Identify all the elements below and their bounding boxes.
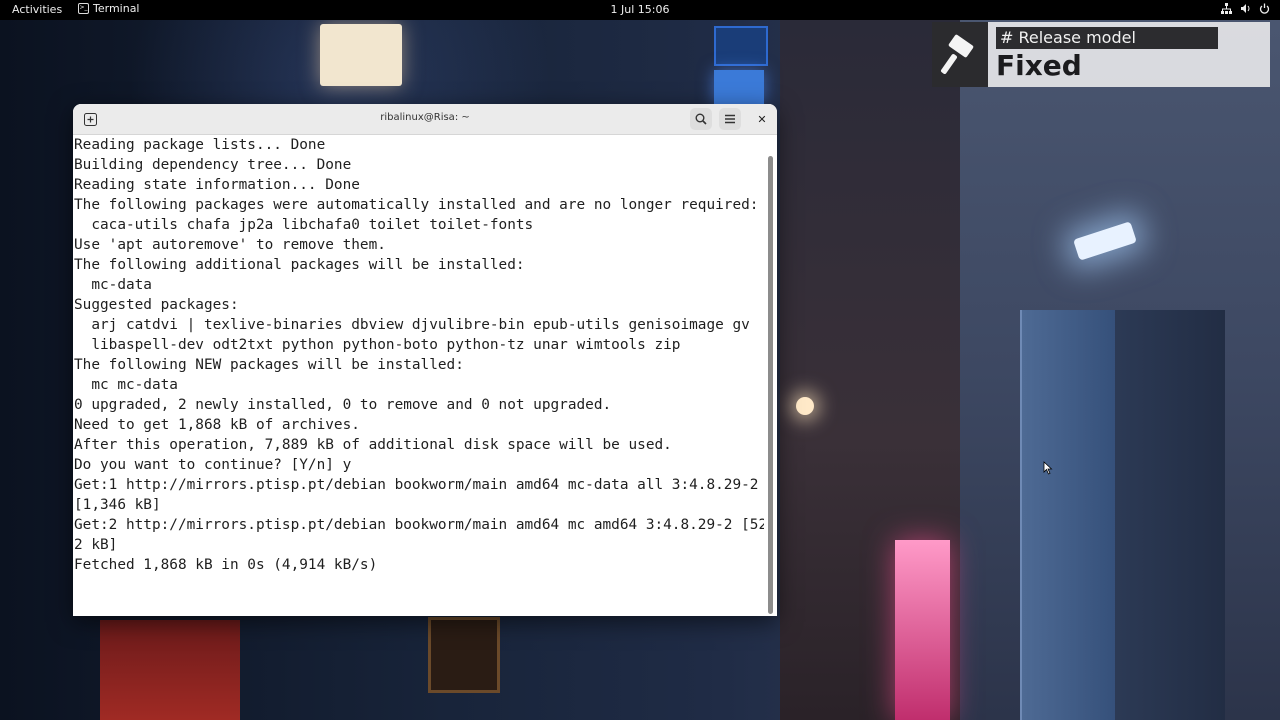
search-icon bbox=[695, 113, 707, 125]
terminal-line: mc-data bbox=[74, 277, 152, 293]
terminal-line: Do you want to continue? [Y/n] y bbox=[74, 457, 352, 473]
wallpaper-chalkboard bbox=[428, 617, 500, 693]
power-icon[interactable] bbox=[1259, 3, 1270, 17]
activities-button[interactable]: Activities bbox=[12, 3, 62, 16]
wallpaper-pink-light bbox=[895, 540, 950, 720]
terminal-window[interactable]: ribalinux@Risa: ~ ✕ Reading package list… bbox=[73, 104, 777, 616]
terminal-scrollbar[interactable] bbox=[768, 156, 773, 614]
terminal-headerbar[interactable]: ribalinux@Risa: ~ ✕ bbox=[73, 104, 777, 135]
terminal-line: Get:1 http://mirrors.ptisp.pt/debian boo… bbox=[74, 477, 759, 493]
clock-container: 1 Jul 15:06 bbox=[0, 3, 1280, 16]
terminal-line: caca-utils chafa jp2a libchafa0 toilet t… bbox=[74, 217, 534, 233]
system-tray[interactable] bbox=[1221, 3, 1270, 17]
terminal-line: The following NEW packages will be insta… bbox=[74, 357, 464, 373]
terminal-line: Fetched 1,868 kB in 0s (4,914 kB/s) bbox=[74, 557, 378, 573]
terminal-output[interactable]: Reading package lists... Done Building de… bbox=[74, 135, 764, 615]
terminal-line: The following additional packages will b… bbox=[74, 257, 525, 273]
terminal-icon: >_ bbox=[78, 3, 89, 14]
close-button[interactable]: ✕ bbox=[754, 111, 770, 127]
terminal-line: 2 kB] bbox=[74, 537, 118, 553]
terminal-line: Use 'apt autoremove' to remove them. bbox=[74, 237, 386, 253]
wallpaper-sign-blue bbox=[714, 26, 768, 66]
top-bar: Activities >_ Terminal 1 Jul 15:06 bbox=[0, 0, 1280, 20]
hammer-icon bbox=[932, 22, 988, 87]
new-tab-button[interactable] bbox=[82, 111, 98, 127]
wallpaper-locker bbox=[1020, 310, 1117, 720]
wallpaper-sign-lit bbox=[714, 70, 764, 104]
terminal-line: mc mc-data bbox=[74, 377, 178, 393]
badge-value: Fixed bbox=[996, 49, 1082, 82]
terminal-line: [1,346 kB] bbox=[74, 497, 161, 513]
terminal-line: Building dependency tree... Done bbox=[74, 157, 352, 173]
search-button[interactable] bbox=[690, 108, 712, 130]
wallpaper-sign bbox=[320, 24, 402, 86]
terminal-line: libaspell-dev odt2txt python python-boto… bbox=[74, 337, 681, 353]
terminal-line: After this operation, 7,889 kB of additi… bbox=[74, 437, 672, 453]
hamburger-menu-icon bbox=[725, 114, 735, 124]
network-icon[interactable] bbox=[1221, 3, 1232, 17]
badge-label: # Release model bbox=[996, 27, 1218, 49]
wallpaper-red-banner bbox=[100, 620, 240, 720]
terminal-line: Get:2 http://mirrors.ptisp.pt/debian boo… bbox=[74, 517, 764, 533]
clock-button[interactable]: 1 Jul 15:06 bbox=[611, 3, 670, 16]
new-tab-icon bbox=[83, 112, 97, 126]
app-menu-button[interactable]: >_ Terminal bbox=[78, 2, 140, 15]
terminal-line: Reading package lists... Done bbox=[74, 137, 326, 153]
terminal-line: Reading state information... Done bbox=[74, 177, 360, 193]
window-title: ribalinux@Risa: ~ bbox=[380, 112, 470, 123]
terminal-line: The following packages were automaticall… bbox=[74, 197, 759, 213]
terminal-line: arj catdvi | texlive-binaries dbview djv… bbox=[74, 317, 750, 333]
app-name-label: Terminal bbox=[93, 2, 140, 15]
menu-button[interactable] bbox=[719, 108, 741, 130]
close-icon: ✕ bbox=[757, 112, 767, 126]
wallpaper-streetlight bbox=[796, 397, 814, 415]
terminal-line: Need to get 1,868 kB of archives. bbox=[74, 417, 360, 433]
terminal-line: Suggested packages: bbox=[74, 297, 239, 313]
terminal-line: 0 upgraded, 2 newly installed, 0 to remo… bbox=[74, 397, 612, 413]
release-model-badge: # Release model Fixed bbox=[932, 22, 1270, 87]
volume-icon[interactable] bbox=[1240, 3, 1251, 17]
wallpaper-locker-dark bbox=[1115, 310, 1225, 720]
